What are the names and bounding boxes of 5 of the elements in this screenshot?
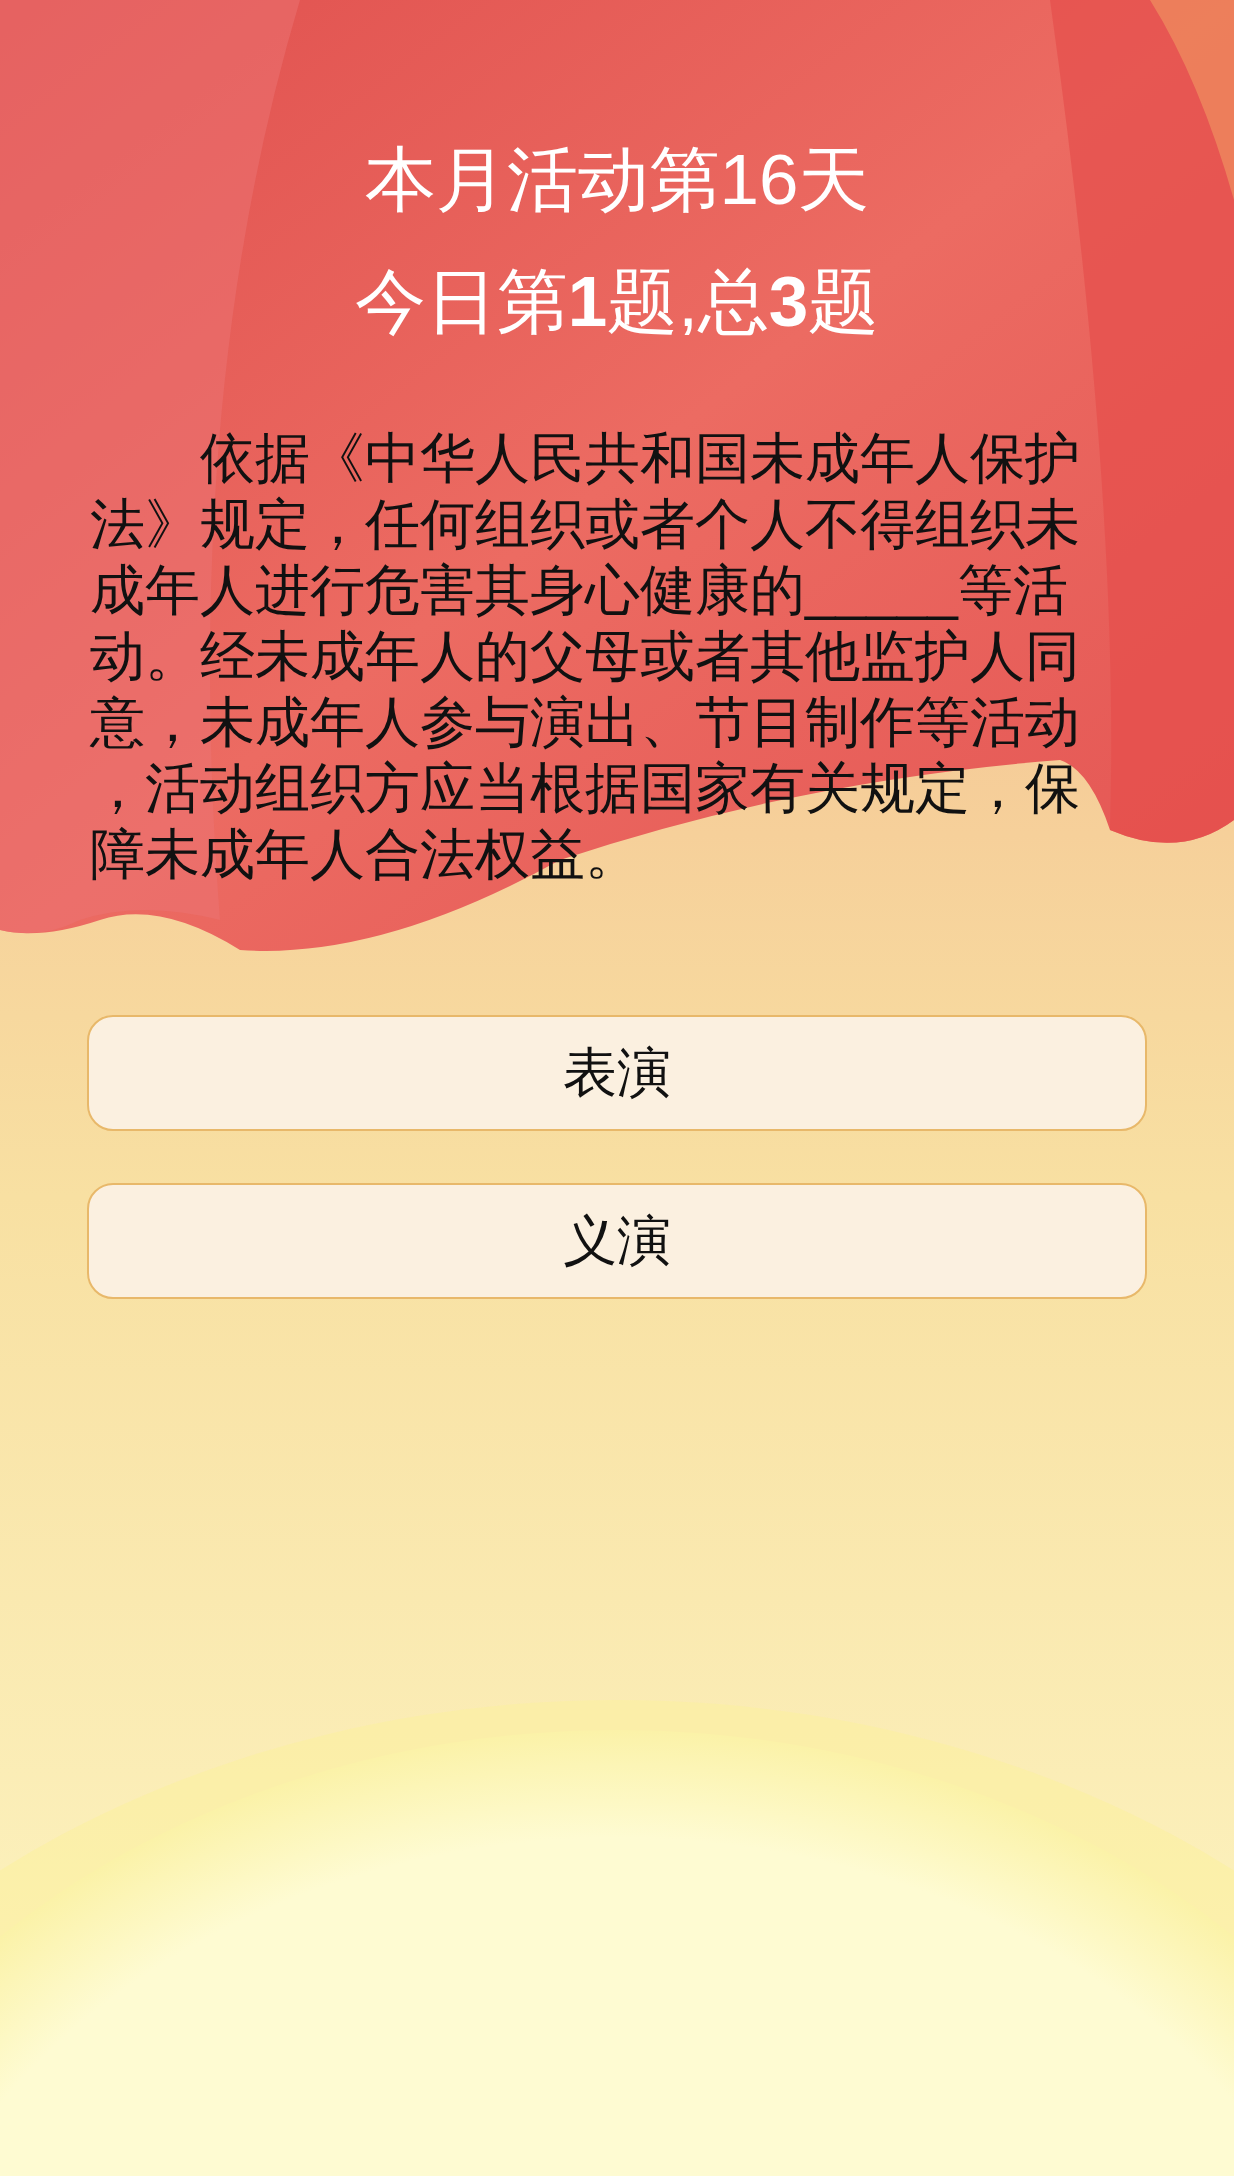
answer-option[interactable]: 义演 — [87, 1183, 1147, 1299]
question-text: 依据《中华人民共和国未成年人保护法》规定，任何组织或者个人不得组织未成年人进行危害其身心健康的_____等活动。经未成年人的父母或者其他监护人同意，未成年人参与演出、节目制作等活动，活动组织方应当根据国家有关规定，保障未成年人合法权益。 — [90, 426, 1081, 887]
answer-option[interactable]: 表演 — [87, 1015, 1147, 1131]
progress-text: 今日第1题,总3题 — [354, 261, 880, 343]
day-title: 本月活动第16天 — [364, 139, 870, 221]
